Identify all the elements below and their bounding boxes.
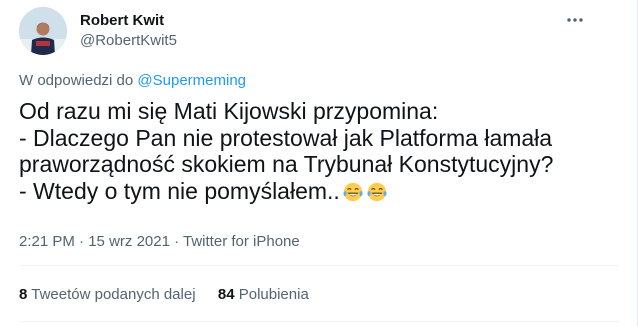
face-with-tears-of-joy-icon: [367, 182, 387, 201]
meta-separator: ·: [174, 233, 180, 250]
avatar-image: [19, 7, 67, 55]
retweets-stat[interactable]: 8 Tweetów podanych dalej: [19, 286, 200, 303]
tweet-text: Od razu mi się Mati Kijowski przypomina:…: [19, 98, 619, 204]
likes-label: Polubienia: [238, 286, 309, 303]
tweet-source[interactable]: Twitter for iPhone: [183, 233, 300, 250]
tweet-text-line: - Dlaczego Pan nie protestował jak Platf…: [19, 124, 553, 151]
tweet-text-line: Od razu mi się Mati Kijowski przypomina:: [19, 98, 439, 124]
retweets-count: 8: [19, 286, 28, 303]
author-name[interactable]: Robert Kwit: [80, 12, 164, 30]
reply-prefix: W odpowiedzi do: [19, 72, 134, 89]
tweet-card: Robert Kwit @RobertKwit5 W odpowiedzi do…: [0, 0, 638, 326]
more-dots-icon: [567, 18, 583, 22]
likes-stat[interactable]: 84 Polubienia: [218, 286, 309, 303]
tweet-stats: 8 Tweetów podanych dalej 84 Polubienia: [19, 286, 309, 304]
more-options-button[interactable]: [560, 10, 590, 30]
tweet-text-last-line: - Wtedy o tym nie pomyślałem..: [19, 178, 619, 205]
meta-separator: ·: [79, 233, 85, 250]
reply-mention-link[interactable]: @Supermeming: [137, 72, 246, 89]
tweet-metadata: 2:21 PM · 15 wrz 2021 · Twitter for iPho…: [19, 233, 300, 251]
author-handle[interactable]: @RobertKwit5: [80, 32, 177, 50]
tweet-time[interactable]: 2:21 PM: [19, 233, 75, 250]
tweet-date[interactable]: 15 wrz 2021: [88, 233, 170, 250]
face-with-tears-of-joy-icon: [343, 182, 363, 201]
divider: [19, 265, 619, 266]
divider: [19, 321, 619, 322]
avatar[interactable]: [19, 7, 67, 55]
tweet-text-line: praworządność skokiem na Trybunał Konsty…: [19, 151, 554, 177]
likes-count: 84: [217, 286, 235, 303]
tweet-text-line: - Wtedy o tym nie pomyślałem..: [19, 177, 340, 204]
retweets-label: Tweetów podanych dalej: [31, 286, 196, 303]
reply-context: W odpowiedzi do @Supermeming: [19, 72, 246, 90]
